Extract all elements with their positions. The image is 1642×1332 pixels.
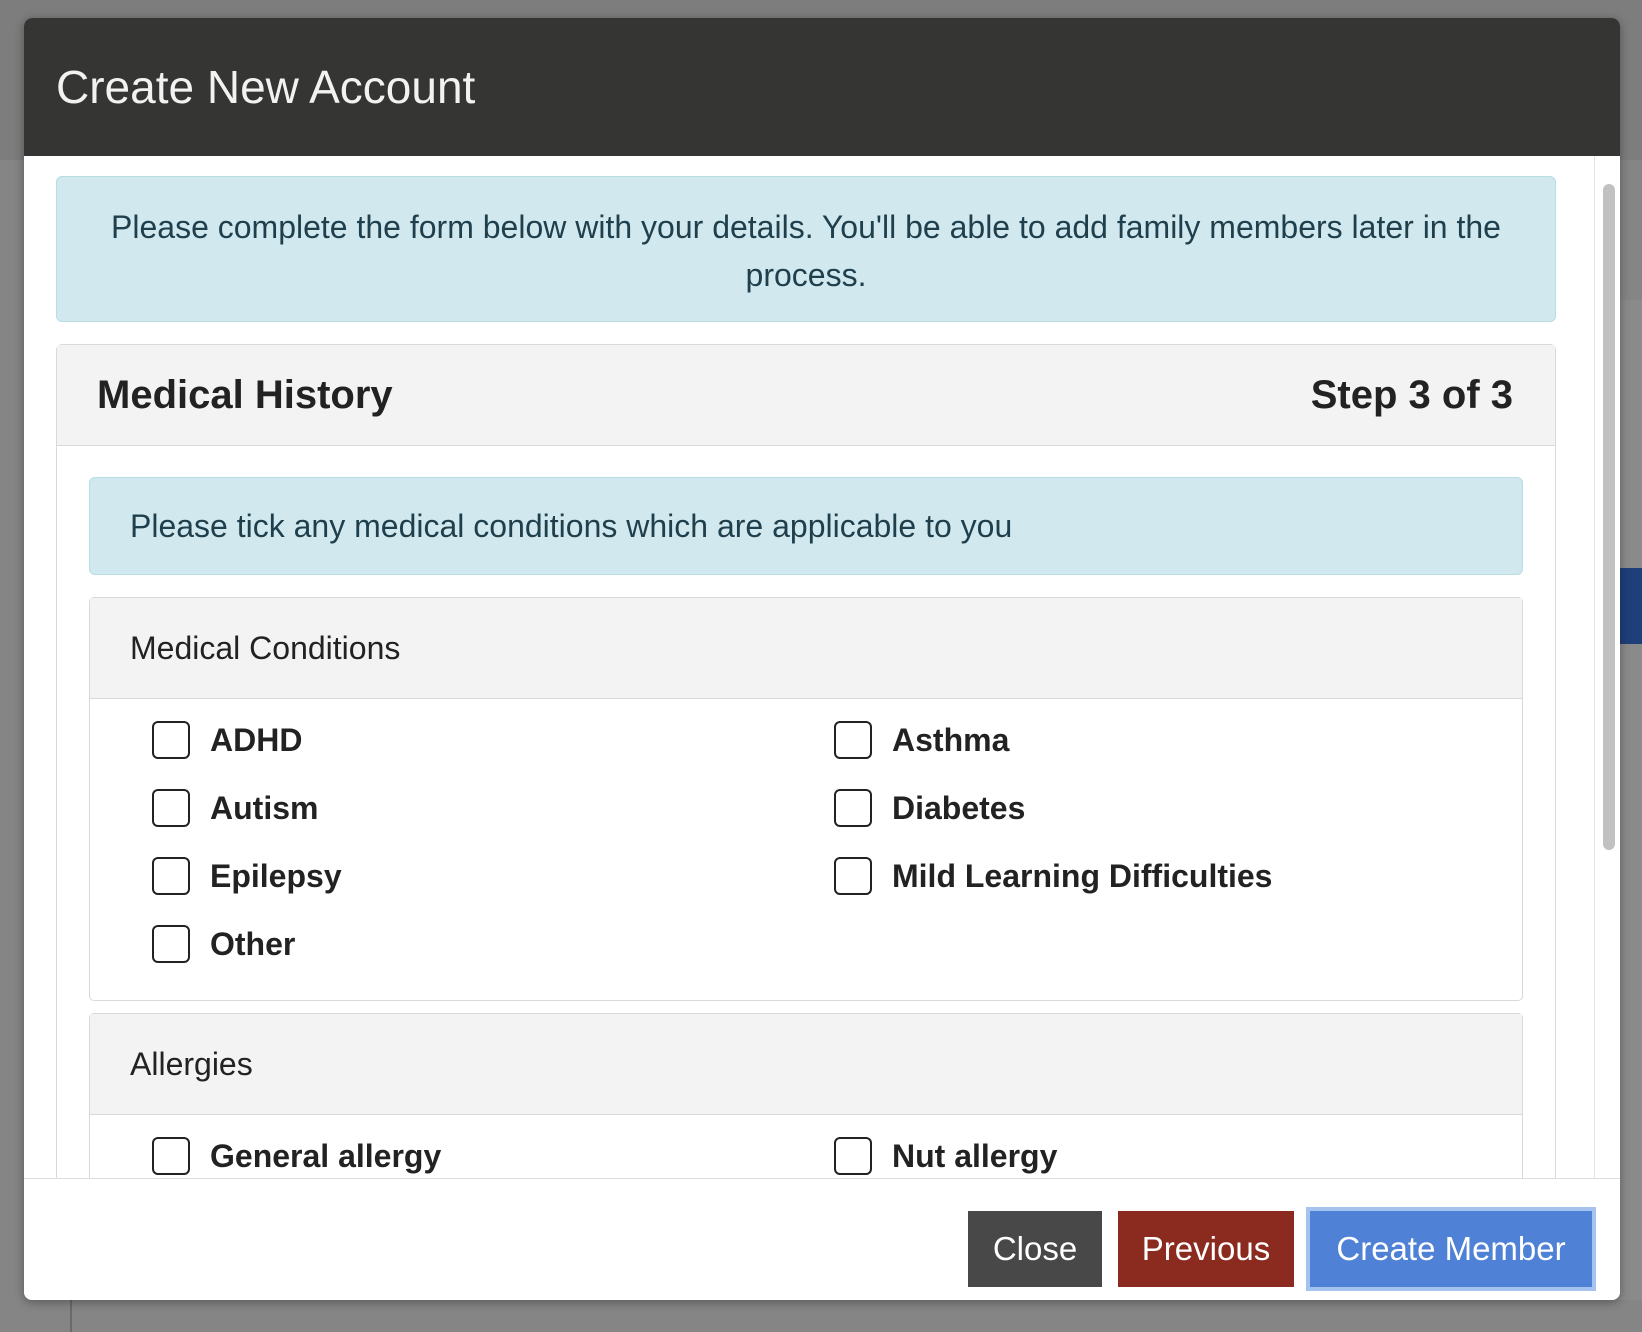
checkbox-label: Diabetes: [892, 789, 1026, 826]
step-indicator: Step 3 of 3: [1310, 372, 1513, 417]
checkbox-epilepsy[interactable]: Epilepsy: [152, 855, 834, 897]
checkbox-label: Mild Learning Difficulties: [892, 857, 1273, 894]
checkbox[interactable]: [834, 721, 872, 759]
checkbox-diabetes[interactable]: Diabetes: [834, 787, 1516, 829]
panel-heading: Medical Conditions: [90, 598, 1522, 699]
checkbox-general-allergy[interactable]: General allergy: [152, 1135, 834, 1177]
checkbox-asthma[interactable]: Asthma: [834, 719, 1516, 761]
checkbox-label: General allergy: [210, 1137, 442, 1174]
checkbox-label: Autism: [210, 789, 319, 826]
create-member-button[interactable]: Create Member: [1310, 1211, 1592, 1287]
checkbox-label: Epilepsy: [210, 857, 342, 894]
checkbox[interactable]: [152, 925, 190, 963]
checkbox[interactable]: [834, 857, 872, 895]
checkbox[interactable]: [152, 1137, 190, 1175]
checkbox[interactable]: [152, 789, 190, 827]
checkbox-other[interactable]: Other: [152, 923, 834, 965]
panel-heading: Allergies: [90, 1014, 1522, 1115]
modal-title: Create New Account: [56, 61, 476, 113]
create-account-modal: Create New Account Please complete the f…: [24, 18, 1620, 1300]
checkbox[interactable]: [152, 721, 190, 759]
instruction-alert: Please tick any medical conditions which…: [89, 477, 1523, 575]
checkbox-label: ADHD: [210, 721, 303, 758]
medical-conditions-panel: Medical Conditions ADHD Asthma Autism Di…: [89, 597, 1523, 1001]
intro-alert: Please complete the form below with your…: [56, 176, 1556, 322]
medical-conditions-list: ADHD Asthma Autism Diabetes Epilepsy Mil…: [90, 699, 1522, 965]
checkbox-mild-learning-difficulties[interactable]: Mild Learning Difficulties: [834, 855, 1516, 897]
checkbox-label: Asthma: [892, 721, 1010, 758]
previous-button[interactable]: Previous: [1118, 1211, 1294, 1287]
scrollbar-thumb[interactable]: [1603, 184, 1615, 850]
checkbox[interactable]: [834, 789, 872, 827]
close-button[interactable]: Close: [968, 1211, 1102, 1287]
allergies-panel: Allergies General allergy Nut allergy: [89, 1013, 1523, 1178]
checkbox[interactable]: [834, 1137, 872, 1175]
checkbox-adhd[interactable]: ADHD: [152, 719, 834, 761]
medical-history-card: Medical History Step 3 of 3 Please tick …: [56, 344, 1556, 1178]
modal-scrollbar[interactable]: [1594, 156, 1620, 1178]
checkbox-label: Other: [210, 925, 296, 962]
card-header: Medical History Step 3 of 3: [57, 345, 1555, 446]
allergies-list: General allergy Nut allergy: [90, 1115, 1522, 1177]
checkbox-nut-allergy[interactable]: Nut allergy: [834, 1135, 1516, 1177]
modal-footer: Close Previous Create Member: [24, 1178, 1620, 1300]
checkbox[interactable]: [152, 857, 190, 895]
modal-header: Create New Account: [24, 18, 1620, 156]
card-title: Medical History: [97, 372, 393, 417]
modal-body: Please complete the form below with your…: [24, 156, 1594, 1178]
checkbox-label: Nut allergy: [892, 1137, 1058, 1174]
checkbox-autism[interactable]: Autism: [152, 787, 834, 829]
